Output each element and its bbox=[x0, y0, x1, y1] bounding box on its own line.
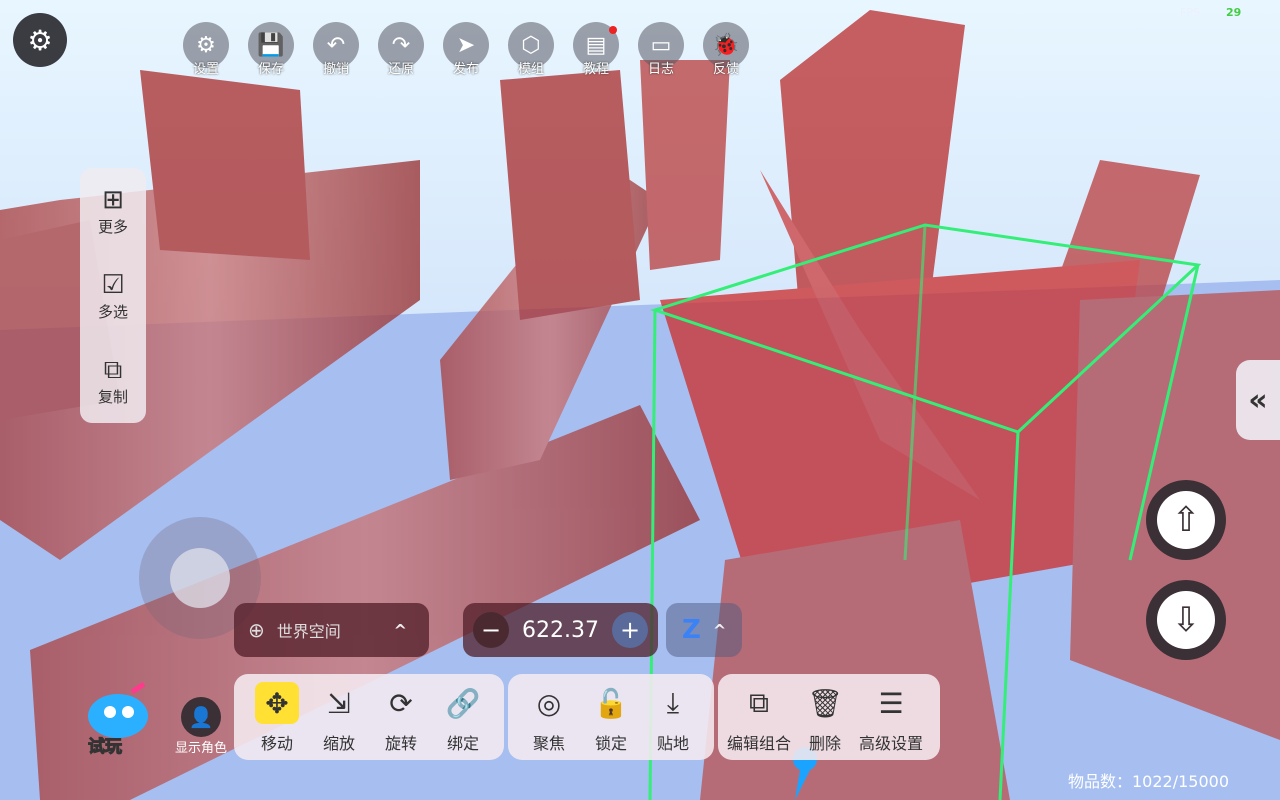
play-label: 试玩 bbox=[88, 737, 123, 758]
tool-icon: ⧉ bbox=[749, 686, 769, 719]
collapse-panel-button[interactable]: « bbox=[1236, 360, 1280, 440]
grid-icon: ⊞ bbox=[102, 185, 124, 215]
move-up-button[interactable]: ⇧ bbox=[1146, 480, 1226, 560]
log-button[interactable]: ▭ 日志 bbox=[636, 22, 686, 77]
tool-icon: ◎ bbox=[536, 686, 562, 720]
tool-label: 高级设置 bbox=[858, 734, 923, 753]
module-button[interactable]: ⬡ 模组 bbox=[506, 22, 556, 77]
copy-icon: ⧉ bbox=[103, 355, 123, 385]
gear-label: 设置 bbox=[192, 62, 219, 77]
tool-icon: 🔓 bbox=[593, 686, 629, 720]
module-label: 模组 bbox=[517, 62, 544, 77]
multi-select-label: 多选 bbox=[97, 303, 128, 321]
tool-edit_tools-0[interactable]: ⧉ 编辑组合 bbox=[724, 674, 794, 760]
tool-edit_tools-1[interactable]: 🗑 删除 bbox=[794, 674, 856, 760]
space-selector[interactable]: ⊕ 世界空间 ^ bbox=[234, 603, 429, 657]
arrow-up-icon: ⇧ bbox=[1157, 491, 1215, 549]
increment-button[interactable]: + bbox=[612, 612, 648, 648]
gear-button[interactable]: ⚙ 设置 bbox=[181, 22, 231, 77]
more-label: 更多 bbox=[97, 218, 128, 236]
tool-edit_tools-2[interactable]: ☰ 高级设置 bbox=[856, 674, 926, 760]
checkbox-icon: ☑ bbox=[101, 270, 125, 300]
tool-icon: 🔗 bbox=[445, 686, 481, 720]
transform-toolbar: ✥ 移动 ⇲ 缩放 ⟳ 旋转 🔗 绑定 bbox=[234, 674, 504, 760]
joystick-knob[interactable] bbox=[170, 548, 230, 608]
redo-label: 还原 bbox=[387, 62, 414, 77]
gear-icon: ⚙ bbox=[27, 23, 53, 57]
show-role-button[interactable]: 👤 显示角色 bbox=[170, 697, 232, 756]
log-label: 日志 bbox=[647, 62, 674, 77]
double-chevron-left-icon: « bbox=[1248, 382, 1268, 418]
publish-button[interactable]: ➤ 发布 bbox=[441, 22, 491, 77]
tool-label: 删除 bbox=[808, 734, 841, 753]
tool-transform_tools-3[interactable]: 🔗 绑定 bbox=[432, 674, 494, 760]
chevron-up-icon: ^ bbox=[393, 620, 407, 640]
bug-label: 反馈 bbox=[712, 62, 739, 77]
tool-label: 绑定 bbox=[446, 734, 479, 753]
copy-label: 复制 bbox=[97, 388, 128, 406]
axis-label: Z bbox=[682, 615, 701, 645]
redo-button[interactable]: ↷ 还原 bbox=[376, 22, 426, 77]
tool-transform_tools-2[interactable]: ⟳ 旋转 bbox=[370, 674, 432, 760]
value-field[interactable]: 622.37 bbox=[509, 618, 612, 643]
decrement-button[interactable]: − bbox=[473, 612, 509, 648]
undo-label: 撤销 bbox=[322, 62, 349, 77]
tutorial-button[interactable]: ▤ 教程 bbox=[571, 22, 621, 77]
tool-label: 贴地 bbox=[656, 734, 689, 753]
object-toolbar: ◎ 聚焦 🔓 锁定 ⤓ 贴地 bbox=[508, 674, 714, 760]
publish-label: 发布 bbox=[452, 62, 479, 77]
tool-icon: ⤓ bbox=[666, 686, 680, 719]
tool-label: 聚焦 bbox=[532, 734, 565, 753]
tool-object_tools-2[interactable]: ⤓ 贴地 bbox=[642, 674, 704, 760]
tool-label: 移动 bbox=[260, 734, 293, 753]
save-button[interactable]: 💾 保存 bbox=[246, 22, 296, 77]
space-label: 世界空间 bbox=[276, 622, 341, 641]
tool-label: 旋转 bbox=[384, 734, 417, 753]
value-stepper: − 622.37 + bbox=[463, 603, 658, 657]
copy-button[interactable]: ⧉ 复制 bbox=[80, 338, 146, 423]
fps-value: 29 bbox=[1226, 6, 1242, 19]
tool-label: 缩放 bbox=[322, 734, 355, 753]
tool-icon: 🗑 bbox=[807, 686, 843, 720]
tool-object_tools-1[interactable]: 🔓 锁定 bbox=[580, 674, 642, 760]
undo-button[interactable]: ↶ 撤销 bbox=[311, 22, 361, 77]
notification-dot bbox=[609, 26, 617, 34]
tool-transform_tools-1[interactable]: ⇲ 缩放 bbox=[308, 674, 370, 760]
tool-icon: ⟳ bbox=[389, 686, 413, 720]
tool-object_tools-0[interactable]: ◎ 聚焦 bbox=[518, 674, 580, 760]
chevron-up-icon: ^ bbox=[712, 620, 727, 640]
tool-icon: ☰ bbox=[878, 686, 904, 720]
globe-icon: ⊕ bbox=[248, 618, 265, 642]
more-button[interactable]: ⊞ 更多 bbox=[80, 168, 146, 253]
move-down-button[interactable]: ⇩ bbox=[1146, 580, 1226, 660]
person-icon: 👤 bbox=[181, 697, 221, 737]
tool-transform_tools-0[interactable]: ✥ 移动 bbox=[246, 674, 308, 760]
tool-icon: ⇲ bbox=[327, 686, 351, 720]
tutorial-label: 教程 bbox=[582, 62, 609, 77]
play-test-button[interactable]: 试玩 bbox=[82, 681, 158, 758]
save-label: 保存 bbox=[257, 62, 284, 77]
tool-label: 锁定 bbox=[594, 734, 627, 753]
bug-button[interactable]: 🐞 反馈 bbox=[701, 22, 751, 77]
tool-label: 编辑组合 bbox=[726, 734, 791, 753]
axis-selector[interactable]: Z ^ bbox=[666, 603, 742, 657]
arrow-down-icon: ⇩ bbox=[1157, 591, 1215, 649]
multi-select-button[interactable]: ☑ 多选 bbox=[80, 253, 146, 338]
tool-icon: ✥ bbox=[255, 682, 299, 724]
settings-button[interactable]: ⚙ bbox=[13, 13, 67, 67]
fps-label: FPS bbox=[1180, 6, 1200, 19]
edit-toolbar: ⧉ 编辑组合 🗑 删除 ☰ 高级设置 bbox=[718, 674, 940, 760]
object-count: 物品数：1022/15000 bbox=[1068, 772, 1230, 791]
side-panel: ⊞ 更多 ☑ 多选 ⧉ 复制 bbox=[80, 168, 146, 423]
show-role-label: 显示角色 bbox=[174, 741, 227, 756]
